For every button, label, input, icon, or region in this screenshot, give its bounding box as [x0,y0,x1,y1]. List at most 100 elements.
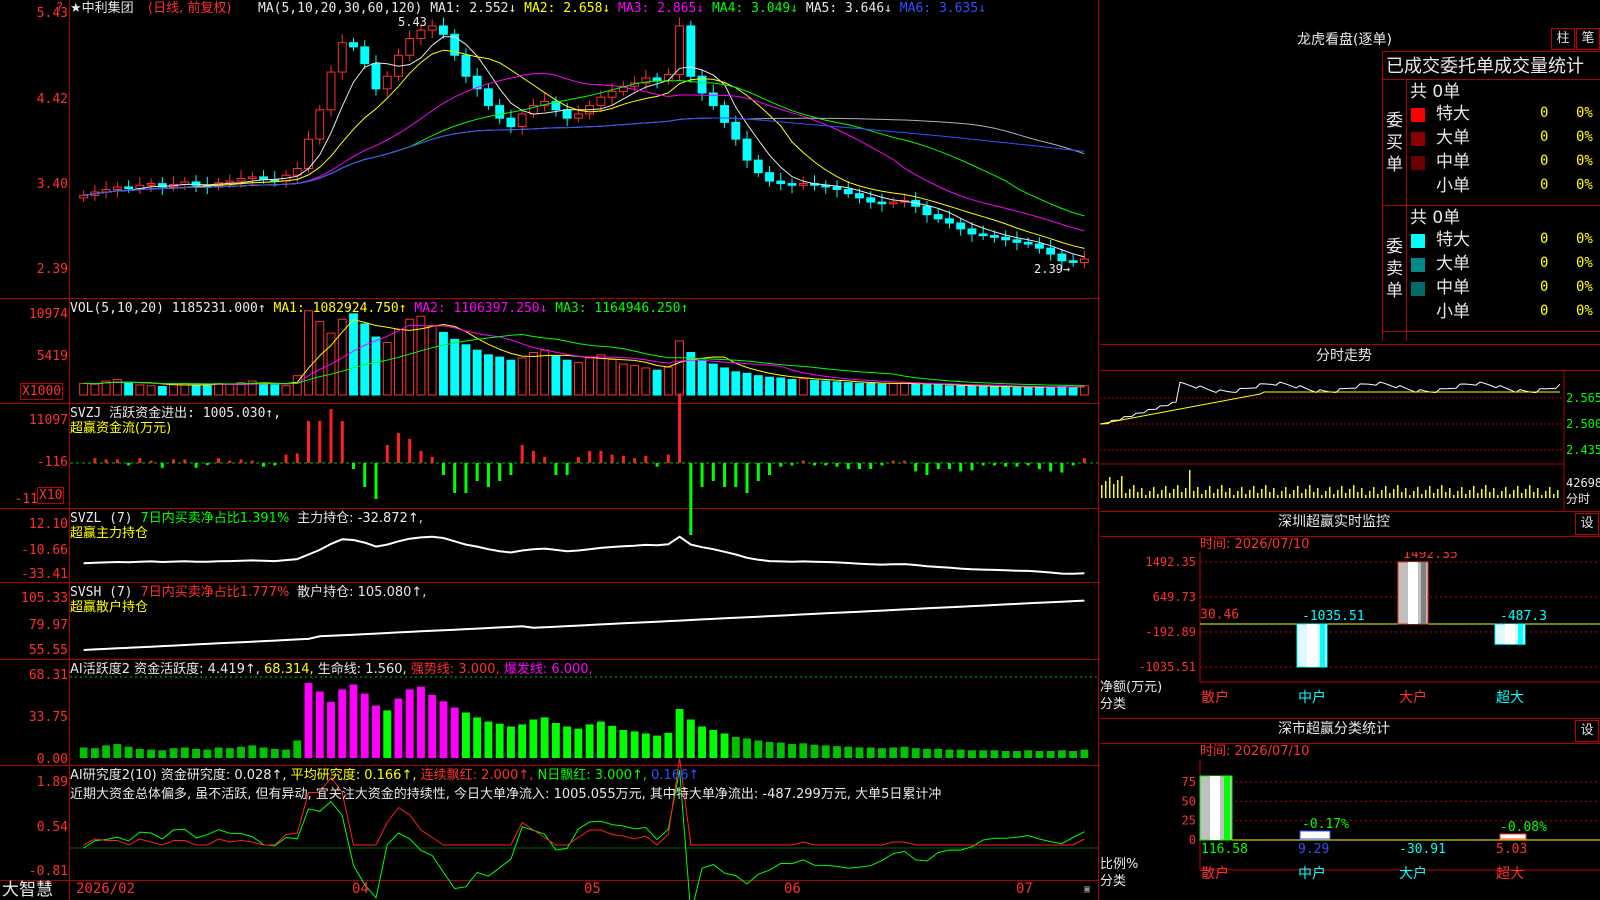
intraday-vol-bar [1361,488,1363,498]
intraday-vol-bar [1165,486,1167,498]
y-tick: 2.39 [36,262,68,277]
activity-bar [237,746,245,758]
ai-research-comment: 近期大资金总体偏多, 虽不活跃, 但有异动, 宜关注大资金的持续性, 今日大单净… [70,787,942,802]
tick-view-button[interactable]: 笔 [1576,28,1600,50]
intraday-vol-bar [1337,490,1339,498]
sh-stats-chart[interactable]: 75 50 25 0 -0.17% -0.08% 116.58 散户 9.29 中户 -30.91 大… [1100,760,1600,900]
vol-unit[interactable]: X1000 [20,383,64,400]
intraday-vol-bar [1209,486,1211,498]
flow-bar [801,460,805,463]
candle-body [967,228,977,235]
activity-bar [979,750,988,758]
sz-settings-button[interactable]: 设 [1575,513,1599,535]
volume-bar [573,362,583,396]
intraday-vol-bar [1377,494,1379,498]
flow-bar [509,463,513,475]
sh-ylabel: 比例% [1100,857,1139,872]
candle-body [506,117,516,128]
intraday-vol-bar [1145,495,1147,498]
sh-category-label: 超大 [1496,866,1524,882]
intraday-vol-bar [1253,486,1255,498]
volume-bar [832,381,842,396]
right-panel: 龙虎看盘(逐单) 柱 笔 已成交委托单成交量统计 委买单 共 0单 特大 0 0% 大… [1100,0,1600,900]
order-row-count: 0 [1540,105,1549,121]
flow-bar [633,458,637,463]
activity-bar [248,745,257,758]
flow-bar [846,463,850,469]
activity-bar [1046,751,1055,758]
intraday-chart[interactable] [1100,370,1600,510]
flow-bar [172,459,176,463]
intraday-vol-bar [1301,493,1303,498]
candle-body [832,186,842,190]
flow-bar [115,459,119,463]
price-chart-svg[interactable] [0,0,1100,900]
activity-bar [551,723,560,758]
svzl-text1: 7日内买卖净占比1.391% [140,511,290,526]
activity-bar [945,749,954,758]
column-view-button[interactable]: 柱 [1551,28,1575,50]
sh-settings-button[interactable]: 设 [1575,720,1599,742]
sh-category-label: 大户 [1399,865,1427,882]
legend-swatch [1411,180,1425,194]
vol-header: VOL(5,10,20) 1185231.000↑ MA1: 1082924.7… [70,301,688,316]
sz-category-label: 中户 [1298,689,1326,706]
flow-bar [678,393,682,463]
svzj-unit[interactable]: X10 [37,487,65,504]
svzl-line [83,535,1085,575]
lock-icon[interactable]: ▣ [1084,882,1090,897]
intraday-vol-bar [1557,490,1559,498]
activity-bar [461,712,470,758]
sh-bottom-value: -30.91 [1399,842,1446,857]
intraday-vol-bar [1157,494,1159,498]
svzl-header: SVZL (7) 7日内买卖净占比1.391% 主力持仓: -32.872↑, [70,511,423,526]
intraday-vol-bar [1201,494,1203,498]
sz-y-tick: 1492.35 [1145,555,1196,569]
candle-body [888,201,898,205]
candle-body [382,75,392,90]
intraday-vol-bar [1101,485,1103,498]
volume-bar [349,313,358,396]
intraday-vol-bar [1297,486,1299,498]
flow-bar [138,458,142,463]
svzj-y-tick: -11 [14,492,38,507]
flow-bar [160,463,164,468]
candle-body [360,46,370,65]
ai-active-header: AI活跃度2 资金活跃度: 4.419↑, 68.314, 生命线: 1.560… [70,662,593,677]
flow-bar [891,460,895,463]
activity-bar [360,693,369,758]
sh-bottom-value: 9.29 [1298,842,1329,857]
volume-bar [1023,386,1033,396]
sz-y-tick: -1035.51 [1138,660,1196,674]
volume-bar [585,357,595,396]
candle-body [798,183,808,186]
activity-bar [259,747,268,758]
ai-active-v3: 强势线: 3.000, [410,662,500,677]
activity-bar [709,730,718,758]
intraday-vol-bar [1169,493,1171,498]
volume-bar [720,367,729,396]
order-row-name: 大单 [1436,254,1470,274]
ai-research-v3: N日飘红: 3.000↑, [537,768,648,783]
intraday-vol-bar [1353,485,1355,498]
flow-bar [1071,463,1075,466]
ai-research-y-tick: -0.81 [28,864,68,879]
intraday-vol-bar [1481,489,1483,498]
activity-bar [495,723,504,758]
main-chart-area[interactable]: ★中利集团 (日线, 前复权) MA(5,10,20,30,60,120) MA… [0,0,1100,900]
flow-bar [531,451,535,463]
activity-bar [743,738,751,758]
ma-label: MA(5,10,20,30,60,120) [258,1,423,16]
sz-monitor-chart[interactable]: 1492.35 649.73 -192.89 -1035.51 30.46 散户 -1035… [1100,552,1600,718]
volume-bar [731,371,741,396]
volume-bar [922,384,932,396]
intraday-vol-bar [1497,495,1499,498]
intraday-vol-bar [1457,491,1459,498]
intraday-vol-bar [1221,485,1223,498]
flow-bar [475,463,479,481]
sh-pct-label: -0.08% [1500,820,1547,835]
activity-bar [608,725,617,758]
candle-body [326,71,336,111]
activity-bar [900,746,909,758]
x-tick: 05 [584,881,601,897]
